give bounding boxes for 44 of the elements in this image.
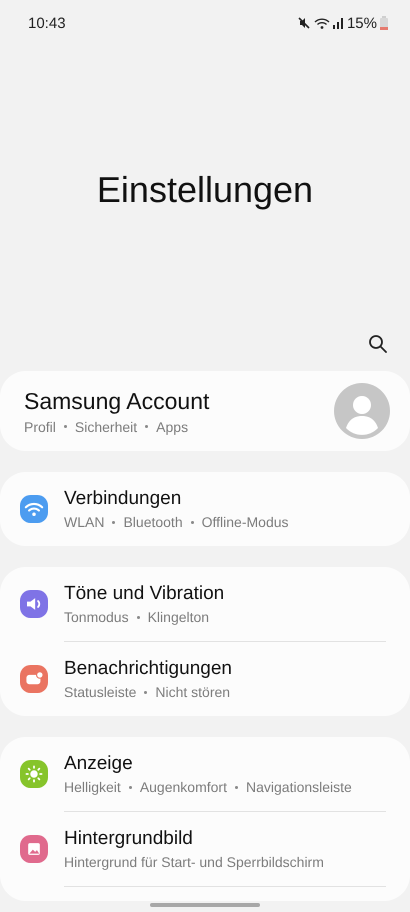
battery-icon	[380, 16, 388, 30]
settings-item[interactable]: Verbindungen WLAN Bluetooth Offline-Modus	[0, 472, 410, 546]
item-title: Töne und Vibration	[64, 583, 224, 605]
battery-percent: 15%	[346, 14, 377, 32]
settings-item[interactable]: Benachrichtigungen Statusleiste Nicht stören	[0, 642, 410, 716]
separator-dot	[112, 520, 116, 524]
separator-dot	[144, 690, 148, 694]
subtitle-item: Klingelton	[148, 609, 210, 625]
page-title: Einstellungen	[96, 169, 314, 211]
settings-item[interactable]: Hintergrundbild Hintergrund für Start- und Sperrbildschirm	[0, 812, 410, 886]
account-title: Samsung Account	[24, 388, 210, 414]
subtitle-item: Statusleiste	[64, 684, 136, 700]
separator-dot	[234, 786, 238, 788]
settings-item[interactable]: Anzeige Helligkeit Augenkomfort Navigationsleiste	[0, 737, 410, 811]
account-card[interactable]: Samsung Account Profil Sicherheit Apps	[0, 371, 410, 451]
separator-dot	[190, 520, 194, 524]
subtitle-item: Tonmodus	[64, 609, 129, 625]
search-icon[interactable]	[368, 334, 388, 354]
subtitle-item: Apps	[156, 418, 188, 434]
settings-item[interactable]: Töne und Vibration Tonmodus Klingelton	[0, 567, 410, 641]
avatar-icon	[334, 383, 390, 439]
separator-dot	[136, 616, 140, 618]
clock: 10:43	[28, 14, 66, 32]
mute-icon	[296, 16, 311, 30]
subtitle-item: Navigationsleiste	[246, 779, 352, 795]
separator-dot	[128, 786, 132, 788]
subtitle-item: Augenkomfort	[140, 779, 227, 795]
item-title: Benachrichtigungen	[64, 658, 232, 680]
subtitle-item: Helligkeit	[64, 779, 121, 795]
item-title: Anzeige	[64, 753, 134, 775]
subtitle-item: WLAN	[64, 514, 104, 530]
item-title: Hintergrundbild	[64, 828, 194, 850]
subtitle-item: Profil	[24, 418, 56, 434]
subtitle-item: Sicherheit	[74, 418, 138, 434]
subtitle-item: Hintergrund für Start- und Sperrbildschirm	[64, 854, 324, 870]
subtitle-item: Bluetooth	[123, 514, 183, 530]
wifi-icon	[314, 16, 330, 30]
separator-dot	[64, 425, 67, 428]
signal-icon	[332, 17, 344, 29]
separator-dot	[145, 425, 148, 428]
navigation-handle[interactable]	[150, 903, 260, 907]
subtitle-item: Offline-Modus	[202, 514, 289, 530]
item-title: Verbindungen	[64, 488, 182, 510]
subtitle-item: Nicht stören	[155, 684, 230, 700]
